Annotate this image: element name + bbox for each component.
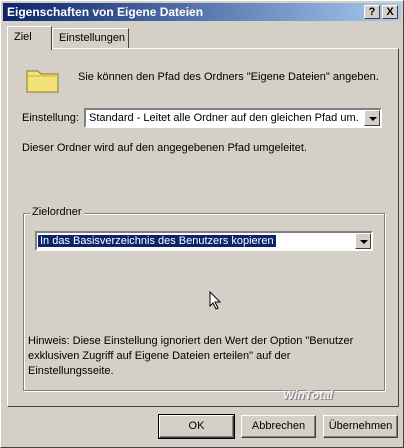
redirect-note: Dieser Ordner wird auf den angegebenen P… [22, 142, 307, 154]
apply-button[interactable]: Übernehmen [323, 415, 398, 438]
tab-ziel-label: Ziel [14, 31, 32, 43]
chevron-down-icon[interactable] [364, 110, 380, 126]
tab-panel-ziel: Sie können den Pfad des Ordners "Eigene … [7, 48, 399, 407]
hint-line-1: Hinweis: Diese Einstellung ignoriert den… [28, 335, 354, 347]
cancel-button[interactable]: Abbrechen [241, 415, 316, 438]
ok-button[interactable]: OK [158, 414, 235, 439]
window-title: Eigenschaften von Eigene Dateien [7, 5, 204, 19]
tab-ziel[interactable]: Ziel [7, 26, 52, 50]
target-folder-group: Zielordner In das Basisverzeichnis des B… [23, 206, 385, 391]
title-bar[interactable]: Eigenschaften von Eigene Dateien ? X [3, 3, 401, 21]
chevron-down-icon[interactable] [355, 233, 371, 249]
hint-line-2: exklusiven Zugriff auf Eigene Dateien er… [28, 350, 291, 362]
intro-text: Sie können den Pfad des Ordners "Eigene … [78, 71, 379, 83]
folder-icon [26, 70, 59, 93]
tab-einstellungen-label: Einstellungen [59, 32, 126, 44]
target-folder-value: In das Basisverzeichnis des Benutzers ko… [38, 235, 276, 247]
tab-einstellungen[interactable]: Einstellungen [52, 28, 129, 49]
close-button[interactable]: X [382, 5, 398, 19]
setting-label: Einstellung: [22, 112, 79, 124]
watermark-logo: WinTotal [282, 388, 333, 402]
mouse-pointer-icon [209, 291, 222, 310]
target-group-label: Zielordner [30, 206, 84, 218]
help-button[interactable]: ? [364, 5, 380, 19]
setting-select-value: Standard - Leitet alle Ordner auf den gl… [89, 112, 359, 124]
properties-dialog: Eigenschaften von Eigene Dateien ? X Zie… [0, 0, 404, 448]
setting-select[interactable]: Standard - Leitet alle Ordner auf den gl… [84, 108, 382, 128]
hint-line-3: Einstellungsseite. [28, 365, 114, 377]
target-folder-select[interactable]: In das Basisverzeichnis des Benutzers ko… [35, 231, 373, 251]
